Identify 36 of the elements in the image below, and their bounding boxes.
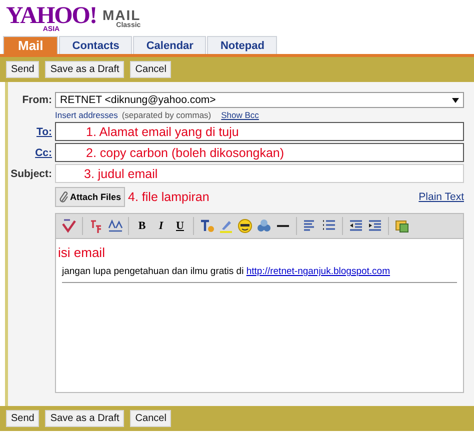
bold-button[interactable]: B — [133, 217, 151, 235]
plain-text-link[interactable]: Plain Text — [418, 191, 464, 203]
toolbar-button[interactable]: Send — [6, 61, 40, 78]
product-name: MAIL — [102, 8, 141, 22]
subject-field[interactable]: 3. judul email — [55, 164, 464, 183]
text-color-icon[interactable] — [198, 217, 216, 235]
tab[interactable]: Notepad — [207, 36, 278, 54]
message-text: jangan lupa pengetahuan dan ilmu gratis di http://retnet-nganjuk.blogspot.com — [62, 266, 457, 283]
paperclip-icon — [59, 191, 69, 203]
underline-button[interactable]: U — [171, 217, 189, 235]
caret-icon — [452, 98, 459, 102]
annotation-text: isi email — [57, 244, 106, 260]
insert-addresses-link[interactable]: Insert addresses — [55, 110, 118, 120]
from-dropdown[interactable]: RETNET <diknung@yahoo.com> — [55, 92, 464, 108]
toolbar-button[interactable]: Cancel — [130, 410, 172, 427]
smiley-icon[interactable] — [236, 217, 254, 235]
toolbar-button[interactable]: Save as a Draft — [45, 61, 124, 78]
tab[interactable]: Calendar — [133, 36, 206, 54]
hint-text: (separated by commas) — [122, 110, 212, 120]
toolbar-button[interactable]: Send — [6, 410, 40, 427]
to-field[interactable]: 1. Alamat email yang di tuju — [55, 122, 464, 141]
tab[interactable]: Contacts — [59, 36, 132, 54]
show-bcc-link[interactable]: Show Bcc — [221, 110, 259, 120]
annotation-text: 4. file lampiran — [128, 190, 210, 204]
toolbar-button[interactable]: Cancel — [130, 61, 172, 78]
spellcheck-icon[interactable] — [60, 217, 78, 235]
cc-link[interactable]: Cc: — [8, 146, 52, 158]
to-link[interactable]: To: — [8, 126, 52, 138]
attach-files-button[interactable]: Attach Files — [55, 187, 126, 207]
italic-button[interactable]: I — [152, 217, 170, 235]
from-label: From: — [21, 94, 52, 106]
cc-field[interactable]: 2. copy carbon (boleh dikosongkan) — [55, 143, 464, 162]
subject-label: Subject: — [10, 168, 52, 180]
blog-link[interactable]: http://retnet-nganjuk.blogspot.com — [246, 266, 390, 277]
toolbar-button[interactable]: Save as a Draft — [45, 410, 124, 427]
message-editor[interactable]: B I U isi email jangan lupa pengetahuan dan ilmu gratis di http://retnet-nganjuk.blogspot.com — [55, 213, 464, 393]
